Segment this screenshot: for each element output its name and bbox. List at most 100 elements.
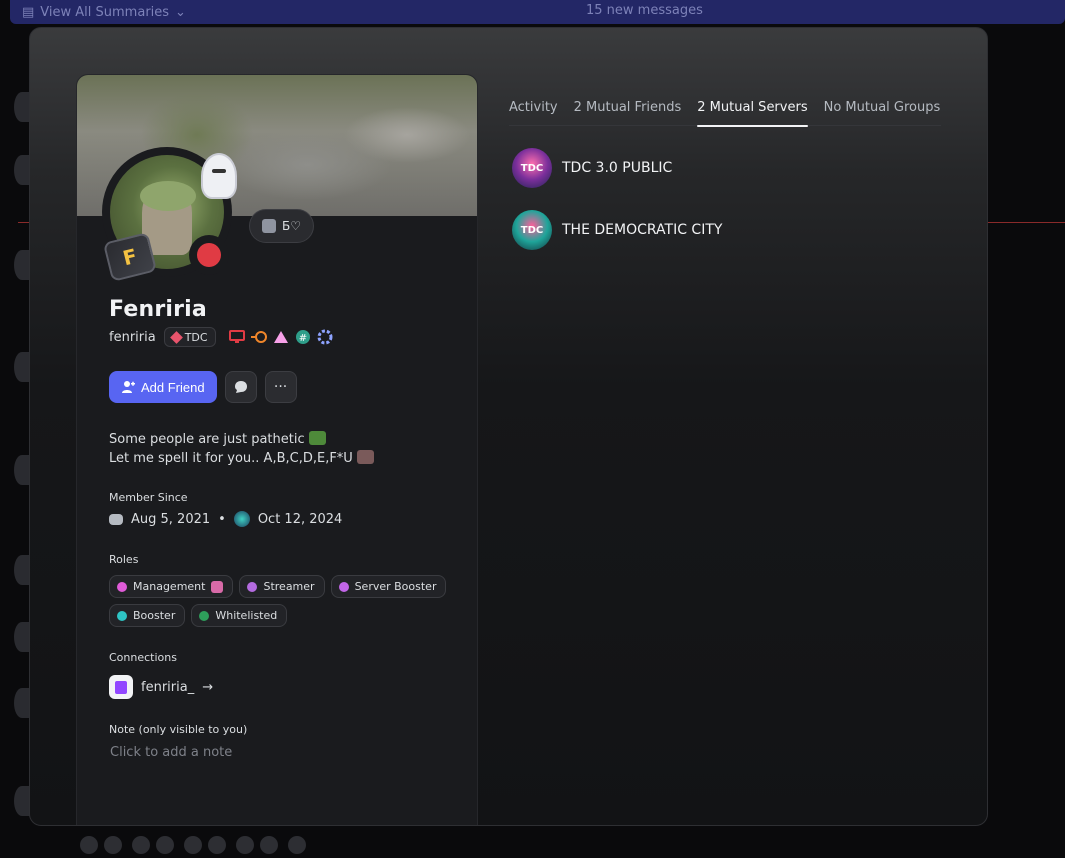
- role-name: Whitelisted: [215, 609, 278, 622]
- profile-tabs: Activity 2 Mutual Friends 2 Mutual Serve…: [509, 88, 941, 127]
- background-avatar: [14, 250, 30, 280]
- background-avatar: [14, 555, 30, 585]
- bio-line: Let me spell it for you.. A,B,C,D,E,F*U: [109, 449, 374, 468]
- background-avatar: [14, 688, 30, 718]
- separator: •: [218, 511, 226, 527]
- username[interactable]: fenriria: [109, 330, 156, 345]
- add-friend-label: Add Friend: [141, 379, 205, 395]
- reaction: [132, 836, 174, 854]
- role-color-dot: [117, 610, 127, 621]
- svg-text:#: #: [298, 333, 306, 344]
- role-color-dot: [338, 581, 349, 592]
- channel-topbar: ▤ View All Summaries ⌄ 15 new messages: [10, 0, 1065, 24]
- connection-name: fenriria_: [141, 679, 195, 695]
- background-avatar: [14, 622, 30, 652]
- role-emoji-icon: [211, 580, 224, 593]
- discord-icon: [109, 513, 123, 525]
- username-row: fenriria TDC #: [109, 327, 334, 347]
- tab-mutual-friends[interactable]: 2 Mutual Friends: [574, 88, 682, 126]
- avatar-decoration-ghost: [201, 153, 237, 199]
- monitor-icon[interactable]: [228, 328, 246, 346]
- role-name: Streamer: [263, 580, 315, 593]
- twitch-icon: [109, 675, 133, 699]
- server-icon: [233, 511, 250, 527]
- role-color-dot: [117, 581, 127, 592]
- profile-badges: #: [228, 328, 334, 346]
- background-avatar: [14, 455, 30, 485]
- summaries-label: View All Summaries: [40, 4, 170, 20]
- role-chip[interactable]: Booster: [109, 604, 186, 627]
- bio-text: Some people are just pathetic: [109, 432, 305, 447]
- message-button[interactable]: [224, 371, 257, 403]
- gem-icon: [169, 330, 183, 344]
- roles-label: Roles: [109, 553, 139, 566]
- note-label: Note (only visible to you): [109, 723, 248, 736]
- role-color-dot: [247, 581, 258, 592]
- server-icon: TDC: [512, 210, 552, 250]
- background-avatar: [14, 155, 30, 185]
- server-join-date: Oct 12, 2024: [257, 511, 343, 527]
- server-name: THE DEMOCRATIC CITY: [562, 222, 723, 238]
- add-friend-button[interactable]: Add Friend: [109, 371, 217, 403]
- more-options-button[interactable]: ···: [264, 371, 297, 403]
- connection-twitch[interactable]: fenriria_ →: [109, 675, 213, 699]
- reaction: [288, 836, 306, 854]
- display-name: Fenriria: [109, 297, 207, 322]
- new-messages-banner[interactable]: 15 new messages: [586, 3, 703, 18]
- custom-status-bubble[interactable]: Б♡: [249, 209, 314, 243]
- note-input[interactable]: Click to add a note: [110, 745, 232, 760]
- arrow-right-icon: →: [202, 679, 214, 695]
- view-summaries-button[interactable]: ▤ View All Summaries ⌄: [22, 5, 186, 20]
- role-chip[interactable]: Streamer: [239, 575, 325, 598]
- new-messages-divider: [988, 222, 1065, 223]
- status-dnd-icon: [197, 243, 221, 267]
- triangle-icon[interactable]: [272, 328, 290, 346]
- role-name: Booster: [133, 609, 176, 622]
- reaction: [184, 836, 226, 854]
- role-chip[interactable]: Server Booster: [330, 575, 447, 598]
- background-avatar: [14, 352, 30, 382]
- add-user-icon: [122, 381, 135, 393]
- badge-letter: F: [120, 243, 140, 271]
- role-name: Management: [133, 580, 206, 593]
- mutual-server-item[interactable]: TDC THE DEMOCRATIC CITY: [512, 210, 722, 250]
- background-avatar: [14, 786, 30, 816]
- role-name: Server Booster: [354, 580, 437, 593]
- server-icon: TDC: [512, 148, 552, 188]
- role-chip[interactable]: Management: [109, 575, 234, 598]
- profile-card: F Б♡ Fenriria fenriria TDC # Add Friend …: [76, 74, 478, 825]
- bio: Some people are just pathetic Let me spe…: [109, 430, 374, 468]
- background-avatar: [14, 92, 30, 122]
- server-tag-label: TDC: [184, 330, 208, 344]
- summaries-icon: ▤: [22, 4, 35, 20]
- pepe-emoji-icon: [308, 431, 326, 445]
- bio-line: Some people are just pathetic: [109, 430, 374, 449]
- chat-bubble-icon: [234, 381, 247, 393]
- server-name: TDC 3.0 PUBLIC: [562, 160, 673, 176]
- custom-status-text: Б♡: [282, 219, 301, 233]
- avatar-figure-head: [140, 181, 196, 211]
- nitro-icon[interactable]: [250, 328, 268, 346]
- bio-text: Let me spell it for you.. A,B,C,D,E,F*U: [109, 451, 353, 466]
- connections-label: Connections: [109, 651, 177, 664]
- reaction: [236, 836, 278, 854]
- member-since-label: Member Since: [109, 491, 188, 504]
- ellipsis-icon: ···: [273, 379, 288, 395]
- role-color-dot: [199, 610, 210, 621]
- discord-join-date: Aug 5, 2021: [131, 511, 211, 527]
- tab-mutual-servers[interactable]: 2 Mutual Servers: [697, 88, 808, 127]
- tab-mutual-groups[interactable]: No Mutual Groups: [824, 88, 941, 126]
- chevron-down-icon: ⌄: [175, 4, 186, 20]
- roles-list: Management Streamer Server Booster Boost…: [109, 575, 449, 627]
- reaction: [80, 836, 122, 854]
- mutual-server-item[interactable]: TDC TDC 3.0 PUBLIC: [512, 148, 672, 188]
- tab-activity[interactable]: Activity: [509, 88, 558, 126]
- member-since-row: Aug 5, 2021 • Oct 12, 2024: [109, 511, 342, 527]
- background-reactions: [80, 836, 306, 854]
- boost-gear-icon[interactable]: [316, 328, 334, 346]
- role-chip[interactable]: Whitelisted: [191, 604, 288, 627]
- server-tag[interactable]: TDC: [163, 327, 216, 347]
- profile-actions: Add Friend ···: [109, 371, 297, 403]
- cat-emoji-icon: [356, 450, 374, 464]
- hash-icon[interactable]: #: [294, 328, 312, 346]
